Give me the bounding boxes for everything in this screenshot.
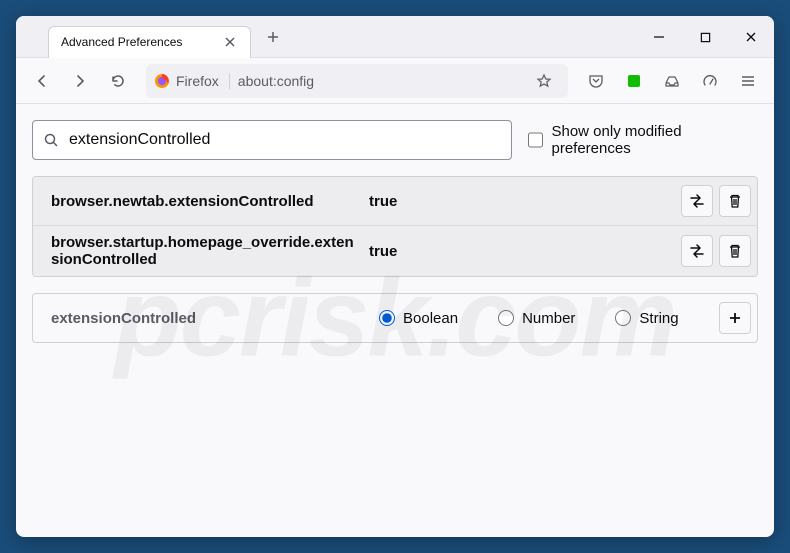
- inbox-icon: [664, 73, 680, 89]
- arrow-right-icon: [72, 73, 88, 89]
- type-string-label: String: [639, 310, 678, 327]
- close-window-button[interactable]: [728, 16, 774, 58]
- pref-name: browser.startup.homepage_override.extens…: [39, 234, 359, 268]
- type-boolean-option[interactable]: Boolean: [379, 310, 458, 327]
- puzzle-icon: [626, 73, 642, 89]
- trash-icon: [727, 243, 743, 259]
- new-pref-row: extensionControlled Boolean Number Strin…: [32, 293, 758, 343]
- type-boolean-label: Boolean: [403, 310, 458, 327]
- search-input[interactable]: [69, 131, 501, 149]
- extension-button[interactable]: [618, 65, 650, 97]
- pref-actions: [681, 234, 751, 268]
- identity-box[interactable]: Firefox: [154, 73, 230, 89]
- new-tab-button[interactable]: [259, 23, 287, 51]
- close-icon: [745, 31, 757, 43]
- pref-value: true: [369, 185, 671, 217]
- vpn-button[interactable]: [694, 65, 726, 97]
- modified-only-checkbox[interactable]: [528, 132, 543, 148]
- modified-only-label: Show only modified preferences: [551, 123, 758, 157]
- toggle-button[interactable]: [681, 235, 713, 267]
- minimize-icon: [653, 31, 665, 43]
- arrow-left-icon: [34, 73, 50, 89]
- add-pref-button[interactable]: [719, 302, 751, 334]
- identity-label: Firefox: [176, 73, 219, 89]
- maximize-button[interactable]: [682, 16, 728, 58]
- pref-name: browser.newtab.extensionControlled: [39, 185, 359, 217]
- type-options: Boolean Number String: [369, 310, 709, 327]
- bookmark-star-button[interactable]: [528, 65, 560, 97]
- url-text: about:config: [238, 73, 520, 89]
- reload-button[interactable]: [102, 65, 134, 97]
- type-number-label: Number: [522, 310, 575, 327]
- maximize-icon: [700, 32, 711, 43]
- close-icon: [224, 36, 236, 48]
- tab-active[interactable]: Advanced Preferences: [48, 26, 251, 58]
- reload-icon: [110, 73, 126, 89]
- tab-title: Advanced Preferences: [61, 35, 182, 49]
- about-config-content: Show only modified preferences browser.n…: [16, 104, 774, 537]
- firefox-icon: [154, 73, 170, 89]
- delete-button[interactable]: [719, 185, 751, 217]
- browser-window: Advanced Preferences Firefox about:confi…: [16, 16, 774, 537]
- search-box[interactable]: [32, 120, 512, 160]
- plus-icon: [266, 30, 280, 44]
- new-pref-name: extensionControlled: [39, 310, 359, 327]
- url-bar[interactable]: Firefox about:config: [146, 64, 568, 98]
- gauge-icon: [702, 73, 718, 89]
- type-string-option[interactable]: String: [615, 310, 678, 327]
- minimize-button[interactable]: [636, 16, 682, 58]
- tab-close-button[interactable]: [222, 34, 238, 50]
- pref-row: browser.startup.homepage_override.extens…: [33, 225, 757, 276]
- preferences-list: browser.newtab.extensionControlled true …: [32, 176, 758, 277]
- app-menu-button[interactable]: [732, 65, 764, 97]
- modified-only-toggle[interactable]: Show only modified preferences: [528, 123, 758, 157]
- search-row: Show only modified preferences: [24, 120, 766, 160]
- toggle-icon: [688, 242, 706, 260]
- pref-actions: [681, 185, 751, 217]
- window-controls: [636, 16, 774, 58]
- delete-button[interactable]: [719, 235, 751, 267]
- plus-icon: [727, 310, 743, 326]
- hamburger-icon: [740, 73, 756, 89]
- navigation-toolbar: Firefox about:config: [16, 58, 774, 104]
- titlebar: Advanced Preferences: [16, 16, 774, 58]
- pref-value: true: [369, 234, 671, 268]
- type-number-option[interactable]: Number: [498, 310, 575, 327]
- trash-icon: [727, 193, 743, 209]
- star-icon: [536, 73, 552, 89]
- pref-row: browser.newtab.extensionControlled true: [33, 177, 757, 225]
- type-string-radio[interactable]: [615, 310, 631, 326]
- forward-button[interactable]: [64, 65, 96, 97]
- toggle-button[interactable]: [681, 185, 713, 217]
- inbox-button[interactable]: [656, 65, 688, 97]
- toggle-icon: [688, 192, 706, 210]
- pocket-button[interactable]: [580, 65, 612, 97]
- new-pref-actions: [719, 302, 751, 334]
- pocket-icon: [588, 73, 604, 89]
- type-boolean-radio[interactable]: [379, 310, 395, 326]
- type-number-radio[interactable]: [498, 310, 514, 326]
- back-button[interactable]: [26, 65, 58, 97]
- search-icon: [43, 132, 59, 148]
